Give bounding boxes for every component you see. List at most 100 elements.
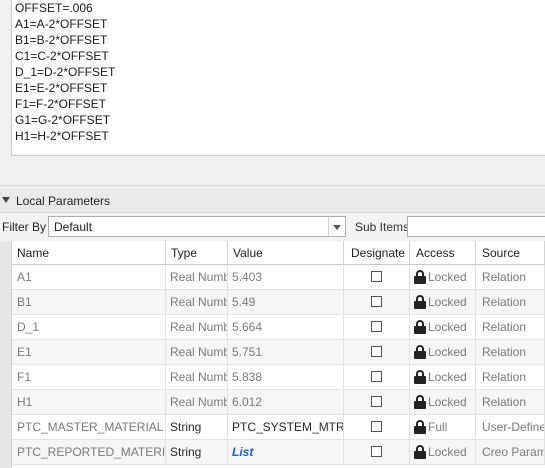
param-value[interactable]: 5.751 bbox=[228, 340, 344, 364]
relation-line[interactable]: D_1=D-2*OFFSET bbox=[15, 64, 115, 80]
access-value: Full bbox=[428, 420, 448, 434]
relation-line[interactable]: OFFSET=.006 bbox=[15, 0, 93, 16]
designate-cell bbox=[344, 340, 410, 364]
filter-bar: Filter By Default Sub Items bbox=[0, 214, 545, 240]
param-type: Real Numb bbox=[166, 340, 228, 364]
relation-line[interactable]: B1=B-2*OFFSET bbox=[15, 32, 107, 48]
chevron-down-icon[interactable] bbox=[328, 217, 345, 236]
table-row[interactable]: PTC_MASTER_MATERIALStringPTC_SYSTEM_MTRL… bbox=[12, 415, 545, 440]
relation-line[interactable]: A1=A-2*OFFSET bbox=[15, 16, 107, 32]
triangle-down-icon[interactable] bbox=[2, 197, 10, 203]
param-source: Relation bbox=[476, 290, 545, 314]
param-name: D_1 bbox=[12, 315, 166, 339]
access-cell[interactable]: Locked bbox=[410, 440, 476, 464]
access-cell[interactable]: Locked bbox=[410, 290, 476, 314]
param-source: Relation bbox=[476, 340, 545, 364]
table-row[interactable]: F1 Real Numb 5.838 Locked Relation bbox=[12, 365, 545, 390]
param-name: A1 bbox=[12, 265, 166, 289]
access-cell[interactable]: Locked bbox=[410, 390, 476, 414]
param-name: H1 bbox=[12, 390, 166, 414]
designate-checkbox[interactable] bbox=[371, 271, 382, 282]
param-value[interactable]: List bbox=[228, 440, 344, 464]
param-source: Relation bbox=[476, 365, 545, 389]
parameters-table: Name Type Value Designate Access Source … bbox=[0, 241, 545, 468]
designate-cell bbox=[344, 440, 410, 464]
table-row[interactable]: PTC_REPORTED_MATERIAL String List Locked Cre… bbox=[12, 440, 545, 465]
relation-line[interactable]: F1=F-2*OFFSET bbox=[15, 96, 106, 112]
designate-checkbox[interactable] bbox=[371, 371, 382, 382]
param-type: String bbox=[166, 415, 228, 439]
table-row[interactable]: B1 Real Numb 5.49 Locked Relation bbox=[12, 290, 545, 315]
param-value[interactable]: 5.664 bbox=[228, 315, 344, 339]
param-source: User-Define bbox=[476, 415, 545, 439]
designate-checkbox[interactable] bbox=[371, 421, 382, 432]
designate-cell bbox=[344, 390, 410, 414]
param-value[interactable]: 6.012 bbox=[228, 390, 344, 414]
access-value: Locked bbox=[428, 445, 467, 459]
access-value: Locked bbox=[428, 395, 467, 409]
access-cell[interactable]: Locked bbox=[410, 340, 476, 364]
designate-checkbox[interactable] bbox=[371, 321, 382, 332]
relation-line[interactable]: G1=G-2*OFFSET bbox=[15, 112, 110, 128]
lock-icon bbox=[414, 370, 426, 384]
designate-checkbox[interactable] bbox=[371, 446, 382, 457]
lock-icon bbox=[414, 270, 426, 284]
table-row[interactable]: A1 Real Numb 5.403 Locked Relation bbox=[12, 265, 545, 290]
access-value: Locked bbox=[428, 320, 467, 334]
sub-items-field[interactable] bbox=[407, 216, 545, 237]
panel-splitter[interactable] bbox=[0, 158, 545, 188]
local-parameters-header[interactable]: Local Parameters bbox=[0, 189, 545, 213]
param-type: Real Numb bbox=[166, 265, 228, 289]
relations-text-area[interactable]: OFFSET=.006 A1=A-2*OFFSET B1=B-2*OFFSET … bbox=[11, 0, 545, 156]
access-cell[interactable]: Locked bbox=[410, 315, 476, 339]
param-type: Real Numb bbox=[166, 315, 228, 339]
column-header-access[interactable]: Access bbox=[410, 241, 476, 265]
table-row[interactable]: H1 Real Numb 6.012 Locked Relation bbox=[12, 390, 545, 415]
param-name: E1 bbox=[12, 340, 166, 364]
table-row[interactable]: E1 Real Numb 5.751 Locked Relation bbox=[12, 340, 545, 365]
designate-checkbox[interactable] bbox=[371, 296, 382, 307]
divider bbox=[0, 185, 545, 186]
param-source: Relation bbox=[476, 265, 545, 289]
param-name: B1 bbox=[12, 290, 166, 314]
sub-items-label: Sub Items bbox=[355, 220, 410, 234]
param-value[interactable]: 5.838 bbox=[228, 365, 344, 389]
param-type: Real Numb bbox=[166, 290, 228, 314]
column-header-type[interactable]: Type bbox=[166, 241, 228, 265]
column-header-value[interactable]: Value bbox=[228, 241, 344, 265]
relation-line[interactable]: C1=C-2*OFFSET bbox=[15, 48, 109, 64]
lock-icon bbox=[414, 320, 426, 334]
access-cell[interactable]: Locked bbox=[410, 365, 476, 389]
lock-icon bbox=[414, 395, 426, 409]
row-selector-strip[interactable] bbox=[0, 241, 12, 468]
access-value: Locked bbox=[428, 345, 467, 359]
param-value[interactable]: PTC_SYSTEM_MTRL_ bbox=[228, 415, 344, 439]
designate-cell bbox=[344, 415, 410, 439]
designate-checkbox[interactable] bbox=[371, 396, 382, 407]
param-value[interactable]: 5.49 bbox=[228, 290, 344, 314]
access-cell[interactable]: Locked bbox=[410, 265, 476, 289]
lock-icon bbox=[414, 295, 426, 309]
lock-icon bbox=[414, 420, 426, 434]
filter-by-value: Default bbox=[54, 220, 93, 234]
relation-line[interactable]: H1=H-2*OFFSET bbox=[15, 128, 109, 144]
filter-by-dropdown[interactable]: Default bbox=[48, 216, 346, 237]
designate-cell bbox=[344, 365, 410, 389]
designate-checkbox[interactable] bbox=[371, 346, 382, 357]
param-source: Relation bbox=[476, 315, 545, 339]
relation-line[interactable]: E1=E-2*OFFSET bbox=[15, 80, 107, 96]
access-cell[interactable]: Full bbox=[410, 415, 476, 439]
param-name: PTC_MASTER_MATERIAL bbox=[12, 415, 166, 439]
column-header-name[interactable]: Name bbox=[12, 241, 166, 265]
column-header-source[interactable]: Source bbox=[476, 241, 545, 265]
designate-cell bbox=[344, 315, 410, 339]
access-value: Locked bbox=[428, 295, 467, 309]
table-row[interactable]: D_1 Real Numb 5.664 Locked Relation bbox=[12, 315, 545, 340]
param-value[interactable]: 5.403 bbox=[228, 265, 344, 289]
param-type: Real Numb bbox=[166, 365, 228, 389]
param-source: Creo Param bbox=[476, 440, 545, 464]
param-name: PTC_REPORTED_MATERIAL bbox=[12, 440, 166, 464]
column-header-designate[interactable]: Designate bbox=[344, 241, 410, 265]
param-source: Relation bbox=[476, 390, 545, 414]
relations-editor-panel: OFFSET=.006 A1=A-2*OFFSET B1=B-2*OFFSET … bbox=[0, 0, 545, 158]
